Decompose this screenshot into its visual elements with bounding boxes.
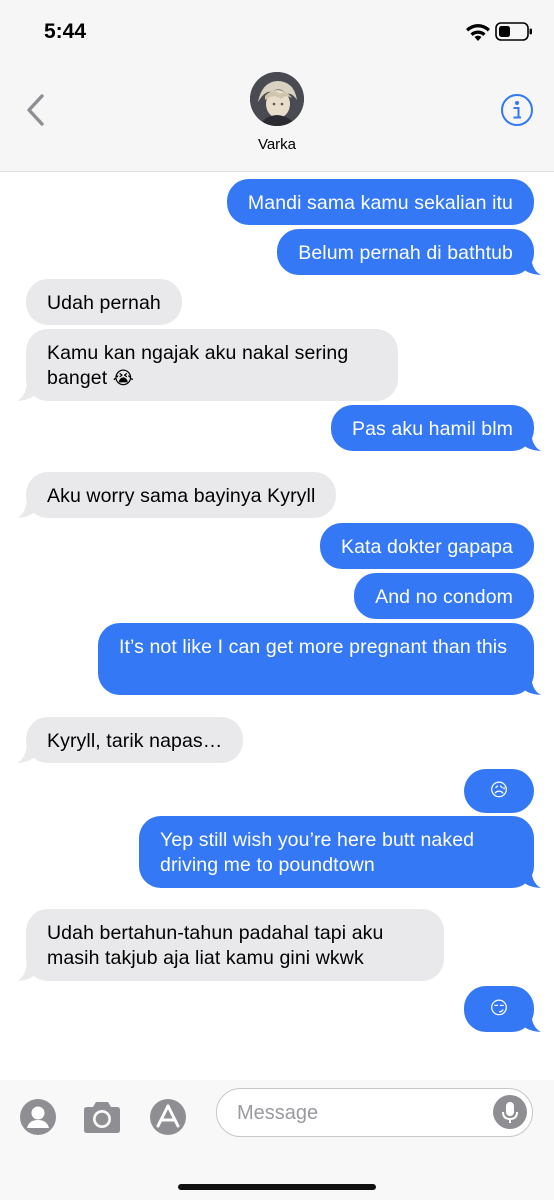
message-outgoing[interactable]: 😥 xyxy=(464,769,534,813)
message-text: And no condom xyxy=(375,586,513,608)
battery-icon xyxy=(495,22,532,41)
message-text: It’s not like I can get more pregnant th… xyxy=(119,636,508,658)
message-thread[interactable]: Mandi sama kamu sekalian itu Belum perna… xyxy=(0,172,554,1080)
smirk-emoji: 😏 xyxy=(489,998,509,1019)
camera-icon[interactable] xyxy=(80,1098,124,1136)
contact-avatar[interactable] xyxy=(250,72,304,126)
message-text: Udah pernah xyxy=(47,292,161,314)
message-incoming[interactable]: Kyryll, tarik napas… xyxy=(26,717,244,763)
message-outgoing[interactable]: It’s not like I can get more pregnant th… xyxy=(98,623,534,695)
composer-bar xyxy=(0,1080,554,1200)
message-incoming[interactable]: Udah bertahun-tahun padahal tapi aku mas… xyxy=(26,909,444,981)
bubble-tail xyxy=(522,429,541,451)
bubble-tail xyxy=(522,866,541,888)
message-outgoing[interactable]: Pas aku hamil blm xyxy=(330,405,534,451)
message-incoming[interactable]: Aku worry sama bayinya Kyryll xyxy=(26,472,337,518)
bubble-tail xyxy=(522,1010,541,1032)
status-time: 5:44 xyxy=(44,20,87,43)
message-input-field[interactable] xyxy=(216,1088,533,1137)
bubble-tail xyxy=(17,379,36,401)
back-chevron-icon[interactable] xyxy=(24,92,46,128)
memoji-icon[interactable] xyxy=(19,1098,57,1136)
bubble-tail xyxy=(17,959,36,981)
sad-emoji: 😥 xyxy=(489,780,509,801)
message-outgoing[interactable]: Mandi sama kamu sekalian itu xyxy=(226,179,534,225)
message-text: Udah bertahun-tahun padahal tapi aku mas… xyxy=(47,922,384,969)
contact-name[interactable]: Varka xyxy=(0,136,554,153)
message-text: Pas aku hamil blm xyxy=(351,418,513,440)
bubble-tail xyxy=(522,253,541,275)
message-input[interactable] xyxy=(235,1099,489,1128)
message-text: Kata dokter gapapa xyxy=(340,536,513,558)
message-text: Belum pernah di bathtub xyxy=(298,242,513,264)
crying-emoji: 😭 xyxy=(112,368,134,389)
message-text: Kyryll, tarik napas… xyxy=(47,730,223,752)
info-icon[interactable] xyxy=(500,93,534,127)
message-outgoing[interactable]: And no condom xyxy=(354,573,534,619)
wifi-icon xyxy=(466,24,490,41)
home-indicator[interactable] xyxy=(178,1184,376,1190)
message-text: Mandi sama kamu sekalian itu xyxy=(247,192,513,214)
bubble-tail xyxy=(17,496,36,518)
message-text: Yep still wish you’re here butt naked dr… xyxy=(160,829,475,876)
message-incoming[interactable]: Udah pernah xyxy=(26,279,182,325)
bubble-tail xyxy=(522,673,541,695)
app-store-icon[interactable] xyxy=(149,1098,187,1136)
message-text: Kamu kan ngajak aku nakal sering banget xyxy=(47,342,349,389)
status-bar: 5:44 xyxy=(0,0,554,60)
microphone-icon[interactable] xyxy=(492,1094,528,1130)
bubble-tail xyxy=(17,741,36,763)
message-outgoing[interactable]: Belum pernah di bathtub xyxy=(277,229,534,275)
message-outgoing[interactable]: Yep still wish you’re here butt naked dr… xyxy=(139,816,534,888)
message-incoming[interactable]: Kamu kan ngajak aku nakal sering banget … xyxy=(26,329,398,401)
message-outgoing[interactable]: Kata dokter gapapa xyxy=(319,523,534,569)
message-text: Aku worry sama bayinya Kyryll xyxy=(47,485,316,507)
conversation-header: Varka xyxy=(0,60,554,172)
